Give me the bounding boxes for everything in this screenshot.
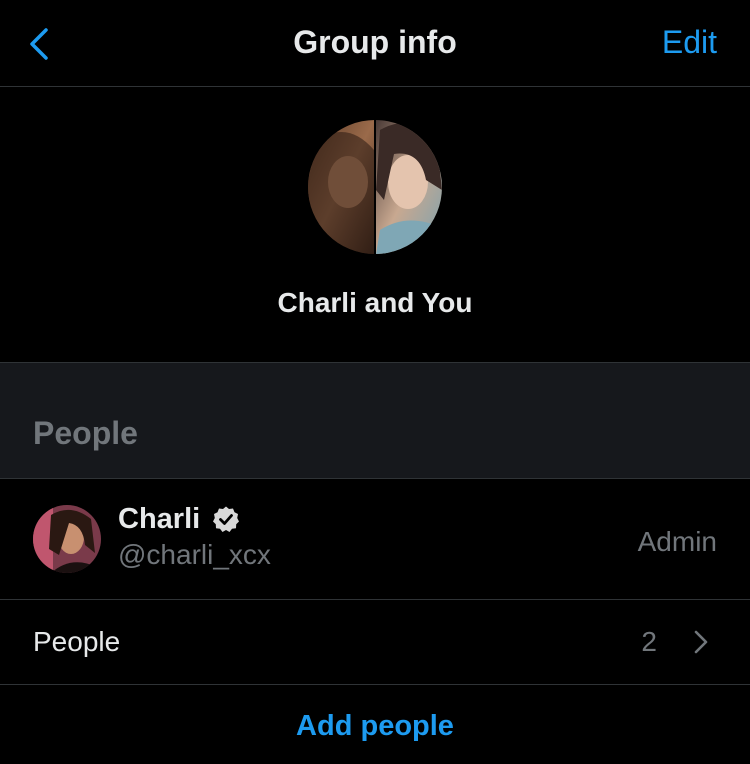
people-row-label: People	[33, 626, 121, 657]
member-role-badge: Admin	[637, 526, 717, 557]
group-name: Charli and You	[277, 287, 473, 318]
add-people-button[interactable]: Add people	[0, 710, 750, 743]
avatar	[33, 505, 101, 573]
group-header: Charli and You	[0, 87, 750, 362]
top-nav-bar: Group info Edit	[0, 0, 750, 87]
people-count: 2	[641, 626, 657, 657]
people-section-header: People	[0, 362, 750, 479]
section-title: People	[33, 415, 138, 451]
member-row[interactable]: Charli @charli_xcx Admin	[0, 479, 750, 600]
verified-badge-icon	[213, 506, 239, 532]
page-title: Group info	[293, 24, 457, 60]
group-avatar[interactable]	[308, 120, 442, 254]
edit-button[interactable]: Edit	[662, 24, 717, 61]
people-list-row[interactable]: People 2	[0, 600, 750, 685]
member-name: Charli	[118, 503, 201, 535]
split-avatar-image	[308, 120, 442, 254]
chevron-right-icon	[694, 630, 708, 654]
member-profile-photo	[33, 505, 101, 573]
member-handle: @charli_xcx	[118, 539, 271, 570]
